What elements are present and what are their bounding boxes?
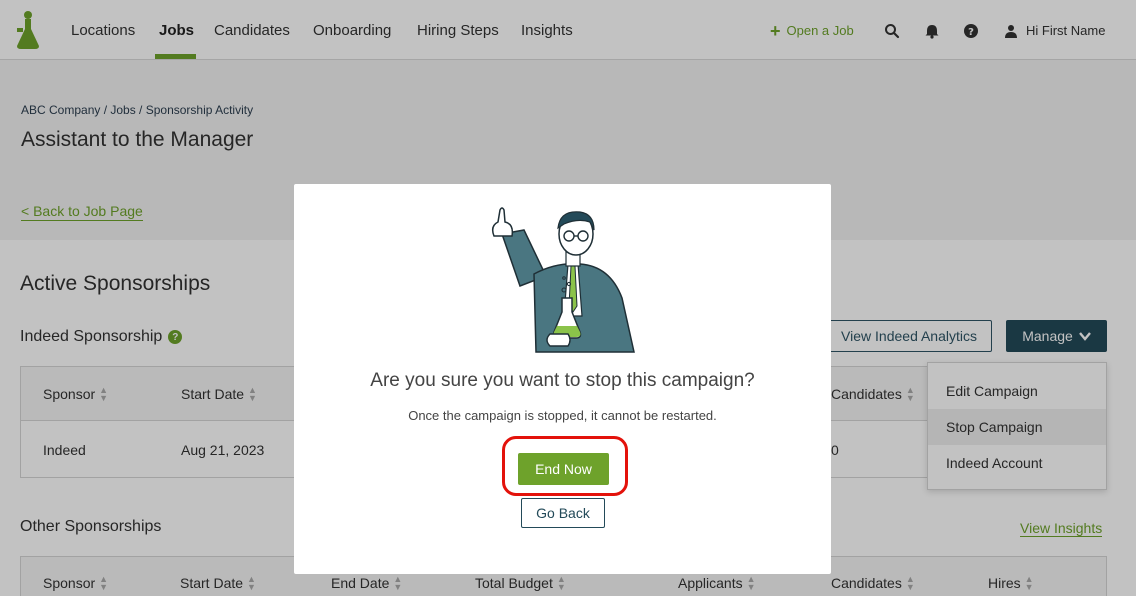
- stop-campaign-modal: Are you sure you want to stop this campa…: [294, 184, 831, 574]
- modal-subtitle: Once the campaign is stopped, it cannot …: [408, 408, 717, 423]
- go-back-button[interactable]: Go Back: [521, 498, 605, 528]
- modal-title: Are you sure you want to stop this campa…: [370, 370, 755, 391]
- end-now-button[interactable]: End Now: [518, 453, 609, 485]
- scientist-illustration: [491, 207, 635, 353]
